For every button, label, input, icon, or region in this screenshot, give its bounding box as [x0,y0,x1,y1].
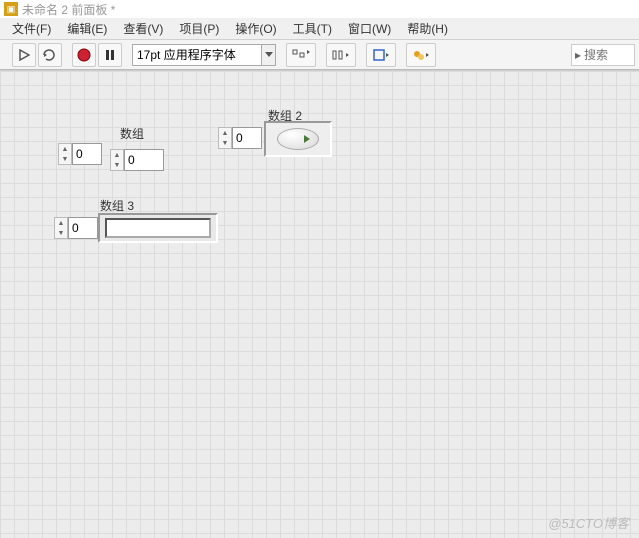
menu-help[interactable]: 帮助(H) [401,18,454,39]
chevron-down-icon[interactable] [262,44,276,66]
menu-edit[interactable]: 编辑(E) [61,18,113,39]
menu-bar: 文件(F) 编辑(E) 查看(V) 项目(P) 操作(O) 工具(T) 窗口(W… [0,18,639,40]
spin-icon[interactable]: ▲▼ [58,143,72,165]
array3-index-value[interactable]: 0 [68,217,98,239]
array3-container [98,213,218,243]
title-bar: ▣ 未命名 2 前面板 * [0,0,639,18]
menu-window[interactable]: 窗口(W) [342,18,397,39]
toolbar: 17pt 应用程序字体 ▸ [0,40,639,70]
resize-button[interactable] [366,43,396,67]
array1-index[interactable]: ▲▼ 0 [58,143,102,165]
array3-label: 数组 3 [100,197,134,214]
font-selector[interactable]: 17pt 应用程序字体 [132,44,276,66]
app-icon: ▣ [4,2,18,16]
run-continuous-button[interactable] [38,43,62,67]
watermark: @51CTO博客 [548,513,629,532]
boolean-button[interactable] [277,128,319,150]
search-input[interactable] [584,48,628,62]
menu-operate[interactable]: 操作(O) [229,18,282,39]
string-control[interactable] [105,218,211,238]
array1-label: 数组 [120,125,144,142]
array1-element-value[interactable]: 0 [124,149,164,171]
array2-index-value[interactable]: 0 [232,127,262,149]
spin-icon[interactable]: ▲▼ [54,217,68,239]
distribute-button[interactable] [326,43,356,67]
array1-element[interactable]: ▲▼ 0 [110,149,164,171]
array2-container [264,121,332,157]
front-panel-canvas[interactable]: 数组 ▲▼ 0 ▲▼ 0 数组 2 ▲▼ 0 数组 3 ▲▼ 0 @51CTO博… [0,70,639,538]
menu-project[interactable]: 项目(P) [173,18,225,39]
menu-file[interactable]: 文件(F) [6,18,57,39]
array2-index[interactable]: ▲▼ 0 [218,127,262,149]
font-label: 17pt 应用程序字体 [137,46,236,63]
menu-view[interactable]: 查看(V) [117,18,169,39]
pause-button[interactable] [98,43,122,67]
align-button[interactable] [286,43,316,67]
search-box[interactable]: ▸ [571,44,635,66]
run-button[interactable] [12,43,36,67]
spin-icon[interactable]: ▲▼ [218,127,232,149]
reorder-button[interactable] [406,43,436,67]
array3-index[interactable]: ▲▼ 0 [54,217,98,239]
array1-index-value[interactable]: 0 [72,143,102,165]
spin-icon[interactable]: ▲▼ [110,149,124,171]
window-title: 未命名 2 前面板 * [22,1,115,18]
abort-button[interactable] [72,43,96,67]
search-caret-icon: ▸ [572,48,584,62]
menu-tools[interactable]: 工具(T) [287,18,338,39]
